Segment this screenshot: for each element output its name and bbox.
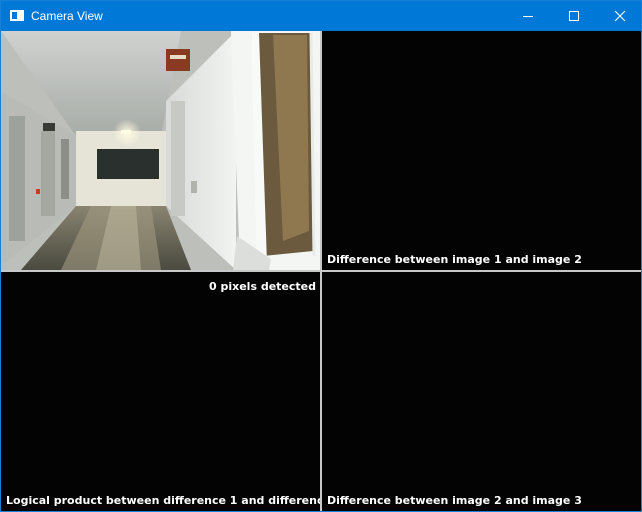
camera-grid: Difference between image 1 and image 2 0… (1, 31, 641, 511)
maximize-icon (569, 11, 579, 21)
maximize-button[interactable] (551, 1, 597, 31)
title-bar[interactable]: Camera View (1, 1, 641, 31)
minimize-button[interactable] (505, 1, 551, 31)
difference-1-2-caption: Difference between image 1 and image 2 (327, 253, 582, 266)
difference-1-2-panel: Difference between image 1 and image 2 (322, 31, 641, 270)
camera-panel (1, 31, 320, 270)
close-icon (614, 10, 626, 22)
minimize-icon (523, 16, 533, 17)
logical-product-caption: Logical product between difference 1 and… (6, 494, 320, 507)
close-button[interactable] (597, 1, 642, 31)
difference-2-3-caption: Difference between image 2 and image 3 (327, 494, 582, 507)
logical-product-panel: 0 pixels detected Logical product betwee… (1, 272, 320, 511)
hallway-camera-image (1, 31, 320, 270)
pixel-count-label: 0 pixels detected (209, 280, 316, 293)
window-title: Camera View (31, 9, 103, 23)
difference-2-3-panel: Difference between image 2 and image 3 (322, 272, 641, 511)
window-app-icon (10, 10, 24, 21)
camera-view-window: Camera View Difference between image 1 a… (0, 0, 642, 512)
